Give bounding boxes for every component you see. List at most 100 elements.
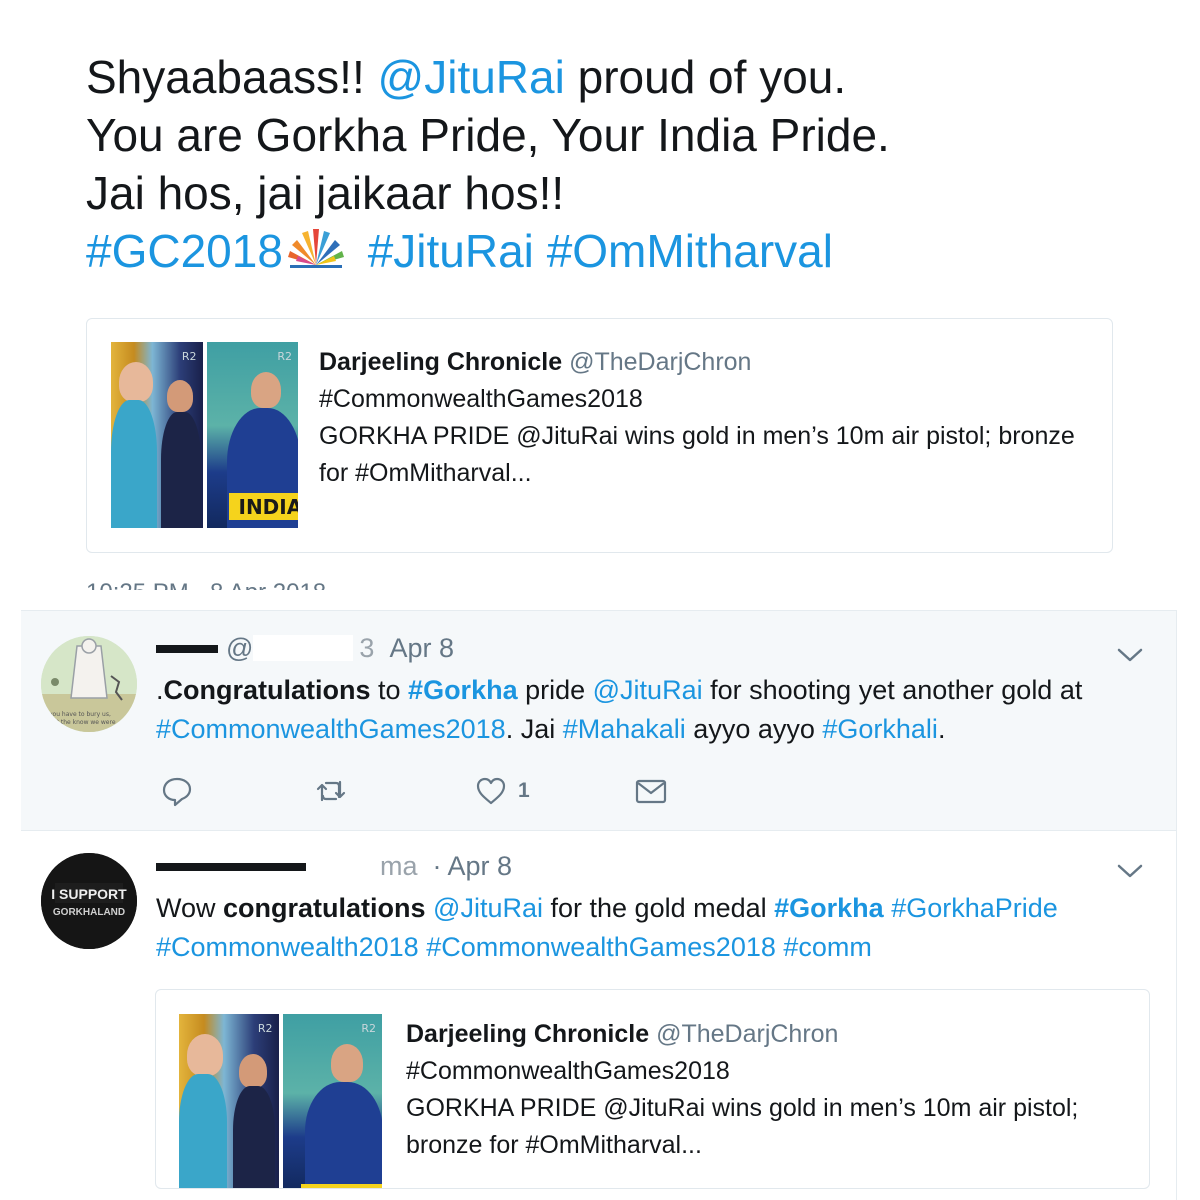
card-line-2: GORKHA PRIDE @JituRai wins gold in men’s… (406, 1094, 1079, 1122)
retweet-icon (316, 780, 346, 802)
avatar-illustration: you have to bury us, but the know we wer… (41, 636, 137, 732)
tweet-actions: 1 (156, 771, 756, 811)
card-line-2: GORKHA PRIDE @JituRai wins gold in men’s… (319, 422, 1075, 450)
person-body (161, 412, 201, 528)
card-line-3: bronze for #OmMitharval... (406, 1131, 702, 1159)
reply-button[interactable] (160, 771, 194, 811)
hashtag-jiturai[interactable]: #JituRai (368, 225, 534, 277)
person-body (111, 400, 157, 528)
person-head (167, 380, 193, 412)
country-label: INDIA (228, 493, 298, 520)
text-segment: Wow (156, 893, 224, 923)
like-icon (476, 777, 506, 805)
handle-fragment: 3 (359, 633, 375, 663)
like-count: 1 (518, 779, 530, 802)
tweet-text: Shyaabaass!! @JituRai proud of you. You … (86, 48, 1126, 280)
text-segment: to (370, 675, 409, 705)
text-segment: pride (517, 675, 593, 705)
thumbnail-right: R2 (282, 1014, 382, 1188)
chevron-down-icon[interactable] (1116, 645, 1144, 665)
reply-tweet[interactable]: I SUPPORT GORKHALAND ma · Apr 8 Wow cong… (21, 830, 1176, 1200)
avatar-i-support-gorkhaland: I SUPPORT GORKHALAND (41, 853, 137, 949)
reply-author-handle-redacted[interactable] (314, 853, 374, 879)
hashtag-mahakali[interactable]: #Mahakali (563, 714, 686, 744)
hashtag-gorkha[interactable]: #Gorkha (774, 893, 884, 923)
hashtag-commonwealthgames2018[interactable]: #CommonwealthGames2018 (156, 714, 506, 744)
handle-at-fragment: @ (226, 633, 254, 663)
card-author-name[interactable]: Darjeeling Chronicle (319, 348, 562, 376)
tweet-line-1: Shyaabaass!! @JituRai proud of you. (86, 48, 1126, 106)
highlighted-keyword: Congratulations (163, 675, 371, 705)
card-header: Darjeeling Chronicle @TheDarjChron (406, 1016, 1136, 1053)
hashtag-commonwealthgames2018[interactable]: #CommonwealthGames2018 (426, 932, 776, 962)
mention-jiturai[interactable]: @JituRai (433, 893, 543, 923)
thumbnail-tag: R2 (361, 1022, 376, 1035)
tweet-text-space (534, 225, 547, 277)
card-thumbnail: R2 R2 INDIA (111, 342, 298, 528)
card-header: Darjeeling Chronicle @TheDarjChron (319, 344, 1089, 381)
retweet-button[interactable] (314, 771, 348, 811)
thumbnail-tag: R2 (257, 1022, 273, 1035)
person-body (304, 1082, 382, 1188)
card-author-handle[interactable]: @TheDarjChron (656, 1020, 838, 1048)
reply-tweet[interactable]: you have to bury us, but the know we wer… (21, 610, 1176, 830)
reply-date[interactable]: · Apr 8 (433, 851, 513, 881)
person-head (250, 372, 281, 408)
link-preview-card[interactable]: R2 R2 INDIA Darjeeling Chronicle @TheDar… (86, 318, 1113, 553)
thumbnail-tag: R2 (277, 350, 292, 363)
reply-header: ma · Apr 8 (156, 851, 512, 885)
thumbnail-right: R2 INDIA (206, 342, 298, 528)
hashtag-comm[interactable]: #comm (783, 932, 872, 962)
person-body (233, 1086, 275, 1188)
chevron-down-icon[interactable] (1116, 861, 1144, 881)
tweet-line-4: #GC2018 #JituRai #OmMitharval (86, 222, 1126, 280)
commonwealth-games-burst-icon (287, 229, 344, 268)
hashtag-gorkhali[interactable]: #Gorkhali (822, 714, 938, 744)
tweet-text-space (355, 225, 368, 277)
avatar-text-2: GORKHALAND (53, 907, 125, 918)
reply-text: Wow congratulations @JituRai for the gol… (156, 889, 1156, 967)
mention-jiturai[interactable]: @JituRai (378, 51, 565, 103)
hashtag-commonwealth2018[interactable]: #Commonwealth2018 (156, 932, 419, 962)
hashtag-ommitharval[interactable]: #OmMitharval (547, 225, 833, 277)
tweet-text-segment: Shyaabaass!! (86, 51, 378, 103)
highlighted-keyword: congratulations (223, 893, 426, 923)
text-segment: for shooting yet another gold at (702, 675, 1083, 705)
card-body: Darjeeling Chronicle @TheDarjChron #Comm… (406, 1016, 1136, 1164)
card-body: Darjeeling Chronicle @TheDarjChron #Comm… (319, 344, 1089, 492)
hashtag-gorkha[interactable]: #Gorkha (408, 675, 518, 705)
card-author-name[interactable]: Darjeeling Chronicle (406, 1020, 649, 1048)
avatar-caption: but the know we were (49, 719, 116, 726)
person-head (187, 1034, 223, 1076)
handle-fragment: ma (380, 851, 418, 881)
reply-date[interactable]: Apr 8 (389, 633, 454, 663)
card-line-1: #CommonwealthGames2018 (406, 1057, 730, 1085)
card-thumbnail: R2 R2 (179, 1014, 382, 1188)
thumbnail-left: R2 (179, 1014, 279, 1188)
link-preview-card[interactable]: R2 R2 Darjeeling Chronicle @TheDarjChron… (155, 989, 1150, 1189)
avatar-text-1: I SUPPORT (51, 886, 127, 902)
tweet-timestamp[interactable]: 10:25 PM - 8 Apr 2018 (86, 578, 416, 590)
tweet-line-3: Jai hos, jai jaikaar hos!! (86, 167, 565, 219)
text-segment: ayyo ayyo (685, 714, 823, 744)
person-body (179, 1074, 227, 1188)
tweet-line-2: You are Gorkha Pride, Your India Pride. (86, 109, 890, 161)
like-button[interactable]: 1 (474, 771, 530, 811)
direct-message-button[interactable] (634, 771, 668, 811)
card-author-handle[interactable]: @TheDarjChron (569, 348, 751, 376)
timeline-right-border (1176, 610, 1177, 1200)
card-line-3: for #OmMitharval... (319, 459, 532, 487)
reply-author-handle-redacted[interactable] (253, 635, 354, 661)
person-head (239, 1054, 267, 1088)
tweet-timestamp-text: 10:25 PM - 8 Apr 2018 (86, 579, 416, 590)
avatar[interactable]: you have to bury us, but the know we wer… (41, 636, 137, 732)
country-label-strip (300, 1184, 382, 1188)
hashtag-gc2018[interactable]: #GC2018 (86, 225, 283, 277)
reply-author-name-redacted[interactable] (156, 645, 218, 653)
reply-author-name-redacted[interactable] (156, 863, 306, 871)
avatar[interactable]: I SUPPORT GORKHALAND (41, 853, 137, 949)
text-segment: for the gold medal (543, 893, 775, 923)
text-segment: . Jai (505, 714, 563, 744)
mention-jiturai[interactable]: @JituRai (593, 675, 703, 705)
hashtag-gorkhapride[interactable]: #GorkhaPride (891, 893, 1058, 923)
